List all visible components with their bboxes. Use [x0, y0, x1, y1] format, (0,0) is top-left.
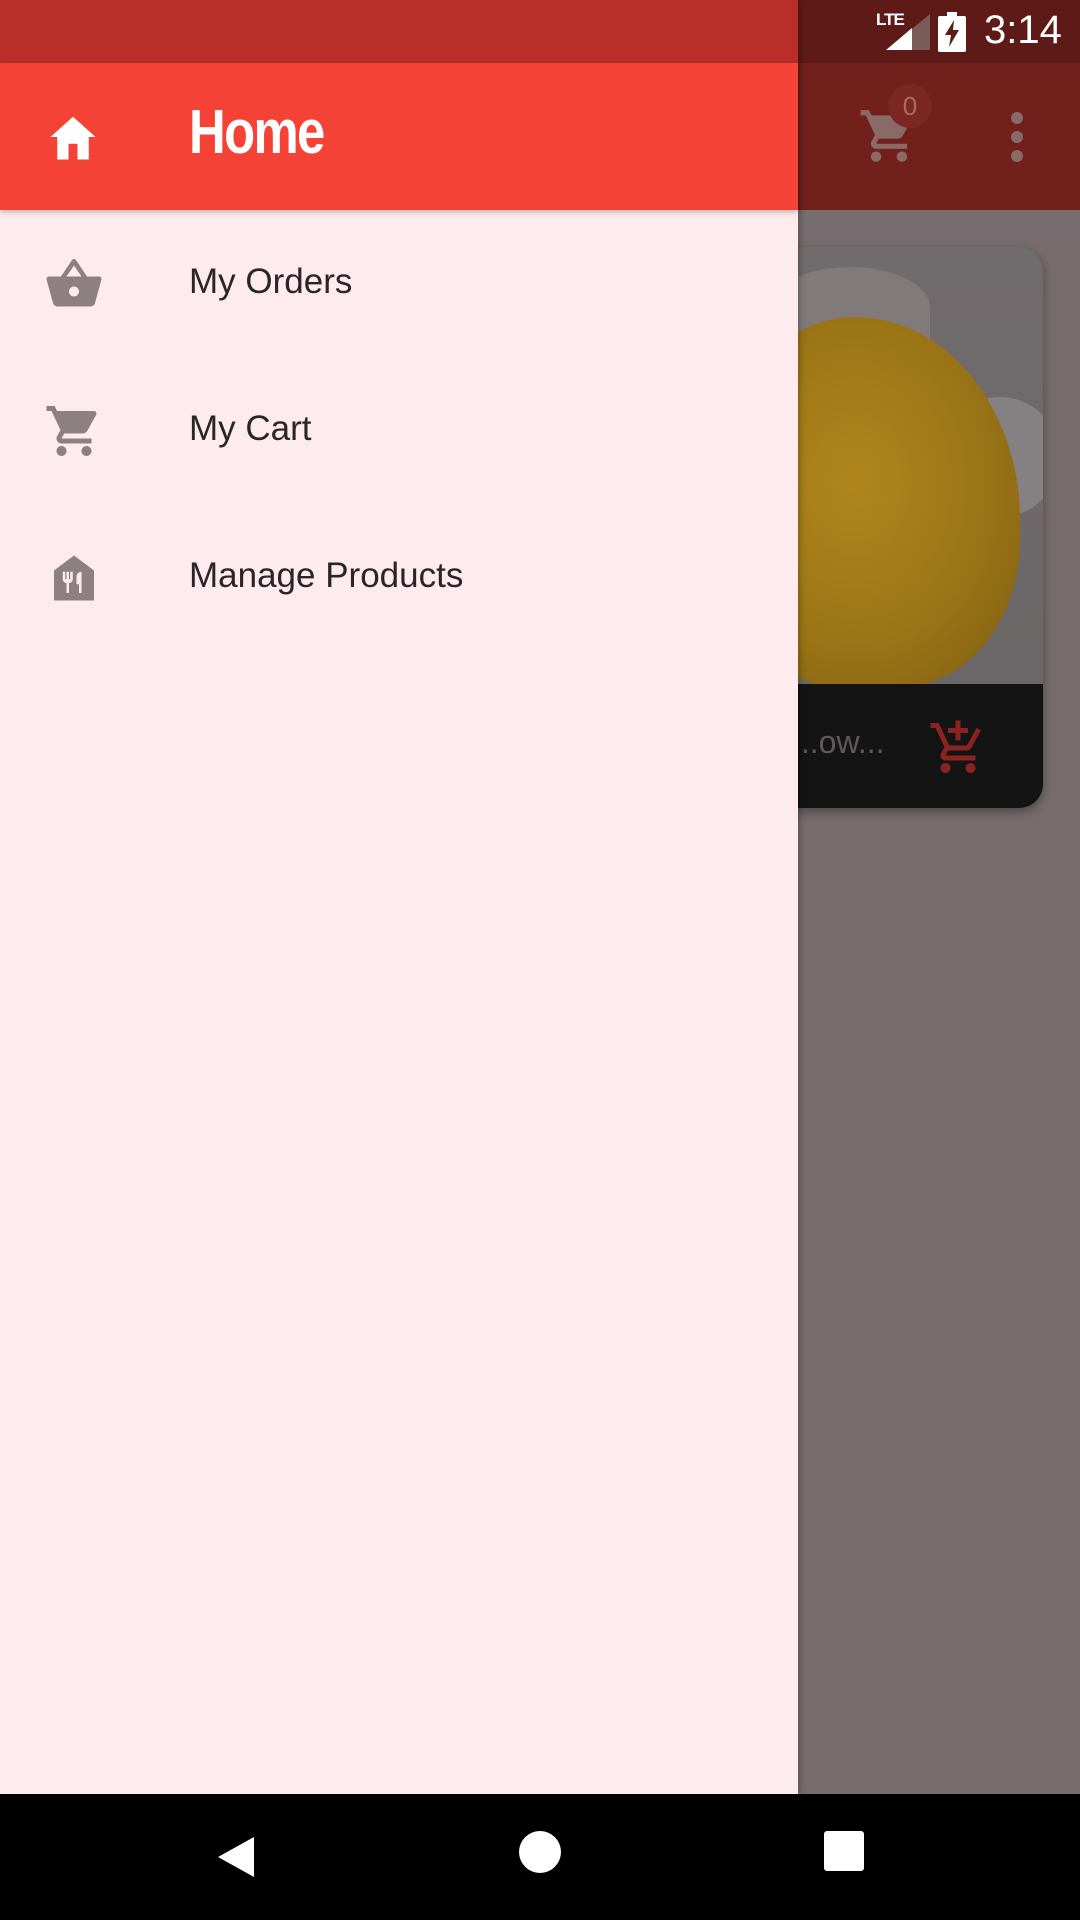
drawer-item-label: Manage Products [189, 556, 464, 595]
drawer-title: Home [189, 98, 325, 167]
recents-icon[interactable] [824, 1831, 864, 1871]
cart-count-badge: 0 [888, 84, 932, 128]
add-shopping-cart-icon[interactable] [928, 718, 988, 778]
drawer-item-my-cart[interactable]: My Cart [0, 357, 798, 504]
drawer-item-label: My Orders [189, 262, 353, 301]
drawer-item-manage-products[interactable]: Manage Products [0, 504, 798, 651]
store-icon [54, 555, 94, 601]
system-navigation-bar [0, 1794, 1080, 1920]
home-icon [50, 116, 96, 160]
navigation-drawer: Home My Orders My Cart Manage Products [0, 0, 798, 1794]
signal-icon [886, 14, 930, 50]
drawer-item-label: My Cart [189, 409, 312, 448]
more-vert-icon[interactable] [1003, 112, 1031, 162]
drawer-item-my-orders[interactable]: My Orders [0, 210, 798, 357]
product-name: ...ow... [792, 724, 885, 760]
back-icon[interactable] [210, 1831, 262, 1883]
status-icons: LTE 3:14 [850, 0, 1080, 63]
shopping-cart-icon [46, 406, 97, 456]
drawer-header-home[interactable]: Home [0, 63, 798, 210]
clock: 3:14 [984, 8, 1062, 52]
shopping-basket-icon [46, 259, 102, 307]
battery-charging-icon [938, 12, 966, 52]
home-circle-icon[interactable] [519, 1831, 561, 1873]
drawer-status-bar [0, 0, 798, 63]
